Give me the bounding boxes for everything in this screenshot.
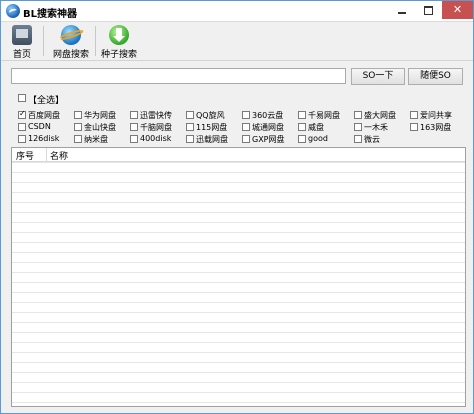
home-icon xyxy=(12,25,32,45)
toolbar-divider xyxy=(43,26,44,56)
source-checkbox[interactable] xyxy=(354,111,362,119)
source-checkbox-label: GXP网盘 xyxy=(252,135,285,144)
source-checkbox-label: CSDN xyxy=(28,122,51,131)
source-checkbox[interactable] xyxy=(186,135,194,143)
source-checkbox[interactable] xyxy=(242,135,250,143)
source-checkbox[interactable] xyxy=(186,111,194,119)
source-checkbox-label: 威盘 xyxy=(308,123,324,132)
source-checkbox-label: 爱问共享 xyxy=(420,111,452,120)
results-list[interactable]: 序号 名称 xyxy=(11,147,466,407)
source-checkbox-label: 115网盘 xyxy=(196,123,228,132)
app-window: BL搜索神器 ✕ 首页 网盘搜索 种子搜索 SO一下 随便SO 【全选】 百度网… xyxy=(0,0,474,414)
source-checkbox[interactable] xyxy=(242,111,250,119)
app-logo-icon xyxy=(6,4,20,18)
source-checkbox[interactable] xyxy=(18,123,26,131)
source-checkbox[interactable] xyxy=(74,135,82,143)
download-icon xyxy=(109,25,129,45)
source-checkbox-label: 千易网盘 xyxy=(308,111,340,120)
source-checkbox-label: good xyxy=(308,134,328,143)
source-checkbox[interactable] xyxy=(74,111,82,119)
source-checkbox[interactable] xyxy=(410,123,418,131)
source-checkbox-label: 迅雷快传 xyxy=(140,111,172,120)
source-checkbox-label: 126disk xyxy=(28,134,60,143)
toolbar-home-button[interactable]: 首页 xyxy=(7,24,37,60)
toolbar-netdisk-search-button[interactable]: 网盘搜索 xyxy=(49,24,93,60)
source-checkbox-label: 迅载网盘 xyxy=(196,135,228,144)
source-checkbox[interactable] xyxy=(298,123,306,131)
toolbar-seed-search-label: 种子搜索 xyxy=(100,50,137,60)
minimize-button[interactable] xyxy=(389,1,415,19)
toolbar-netdisk-search-label: 网盘搜索 xyxy=(52,50,89,60)
source-checkbox-label: 盛大网盘 xyxy=(364,111,396,120)
toolbar: 首页 网盘搜索 种子搜索 xyxy=(1,22,473,61)
source-checkbox-label: 城通网盘 xyxy=(252,123,284,132)
close-icon: ✕ xyxy=(452,3,463,16)
random-so-button[interactable]: 随便SO xyxy=(408,68,463,85)
source-checkbox[interactable] xyxy=(298,135,306,143)
results-list-header: 序号 名称 xyxy=(12,148,465,162)
maximize-button[interactable] xyxy=(415,1,441,19)
source-checkbox[interactable] xyxy=(18,109,26,119)
source-checkbox[interactable] xyxy=(410,111,418,119)
source-checkbox-label: 纳米盘 xyxy=(84,135,108,144)
toolbar-seed-search-button[interactable]: 种子搜索 xyxy=(97,24,141,60)
source-checkbox-label: 360云盘 xyxy=(252,111,284,120)
source-checkbox-label: 163网盘 xyxy=(420,123,452,132)
results-list-body[interactable] xyxy=(12,162,465,406)
source-checkbox[interactable] xyxy=(130,111,138,119)
window-title: BL搜索神器 xyxy=(23,9,77,20)
source-checkbox-label: 微云 xyxy=(364,135,380,144)
select-all-checkbox[interactable] xyxy=(18,94,26,102)
column-header-name[interactable]: 名称 xyxy=(50,149,68,162)
source-checkbox[interactable] xyxy=(74,123,82,131)
source-checkbox-label: 华为网盘 xyxy=(84,111,116,120)
column-divider[interactable] xyxy=(46,148,47,161)
source-checkbox[interactable] xyxy=(354,135,362,143)
search-input[interactable] xyxy=(11,68,346,84)
toolbar-home-label: 首页 xyxy=(12,50,31,60)
toolbar-divider xyxy=(95,26,96,56)
source-checkbox-label: QQ旋风 xyxy=(196,111,225,120)
close-button[interactable]: ✕ xyxy=(442,1,473,19)
source-checkbox-label: 400disk xyxy=(140,134,172,143)
maximize-icon xyxy=(424,6,433,15)
source-checkbox[interactable] xyxy=(242,123,250,131)
source-checkbox[interactable] xyxy=(18,135,26,143)
source-checkbox[interactable] xyxy=(354,123,362,131)
globe-icon xyxy=(61,25,81,45)
source-checkbox-label: 千脑网盘 xyxy=(140,123,172,132)
source-checkbox-label: 金山快盘 xyxy=(84,123,116,132)
title-bar[interactable]: BL搜索神器 ✕ xyxy=(1,1,473,22)
column-header-index[interactable]: 序号 xyxy=(16,149,34,162)
source-checkbox[interactable] xyxy=(130,123,138,131)
so-button[interactable]: SO一下 xyxy=(351,68,405,85)
source-checkbox[interactable] xyxy=(298,111,306,119)
source-checkbox[interactable] xyxy=(130,135,138,143)
source-checkbox-label: 一木禾 xyxy=(364,123,388,132)
source-checkbox-label: 百度网盘 xyxy=(28,111,60,120)
source-checkbox[interactable] xyxy=(186,123,194,131)
minimize-icon xyxy=(398,12,406,14)
select-all-label: 【全选】 xyxy=(28,96,65,106)
